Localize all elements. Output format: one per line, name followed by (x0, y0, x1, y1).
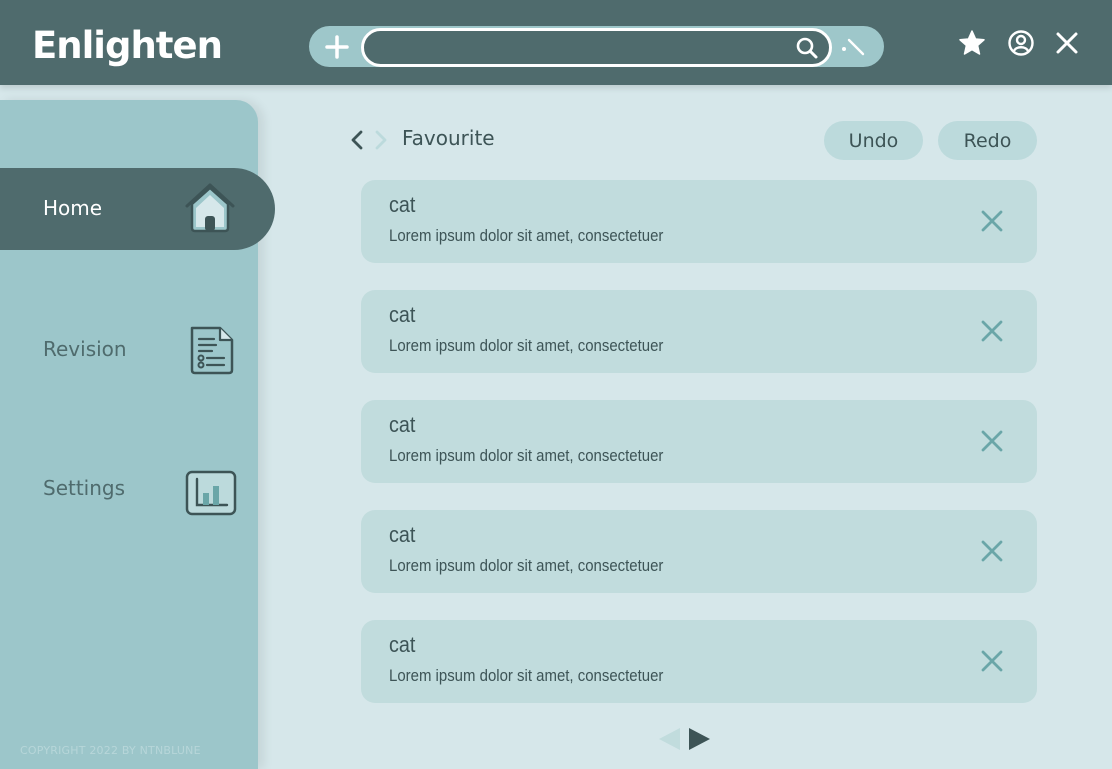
next-page-icon[interactable] (687, 726, 713, 752)
favourite-card[interactable]: cat Lorem ipsum dolor sit amet, consecte… (361, 510, 1037, 593)
app-logo: Enlighten (32, 24, 223, 67)
plus-icon[interactable] (323, 33, 351, 61)
search-input[interactable] (382, 35, 786, 62)
copyright-text: COPYRIGHT 2022 BY NTNBLUNE (20, 744, 201, 757)
sidebar-item-revision[interactable]: Revision (0, 309, 258, 391)
favourite-card[interactable]: cat Lorem ipsum dolor sit amet, consecte… (361, 620, 1037, 703)
favourite-card[interactable]: cat Lorem ipsum dolor sit amet, consecte… (361, 180, 1037, 263)
undo-button[interactable]: Undo (824, 121, 923, 160)
card-description: Lorem ipsum dolor sit amet, consectetuer (389, 666, 664, 685)
favourite-card[interactable]: cat Lorem ipsum dolor sit amet, consecte… (361, 400, 1037, 483)
sidebar-item-home[interactable]: Home (0, 168, 275, 250)
sidebar-item-label: Home (43, 196, 103, 220)
card-description: Lorem ipsum dolor sit amet, consectetuer (389, 226, 664, 245)
close-icon[interactable] (978, 427, 1006, 455)
close-icon[interactable] (978, 537, 1006, 565)
page-title: Favourite (402, 126, 495, 150)
card-title: cat (389, 522, 416, 547)
favourite-card[interactable]: cat Lorem ipsum dolor sit amet, consecte… (361, 290, 1037, 373)
magic-wand-icon[interactable] (840, 35, 866, 59)
card-title: cat (389, 632, 416, 657)
chevron-left-icon[interactable] (346, 128, 368, 152)
close-icon[interactable] (1052, 28, 1082, 58)
sidebar-item-settings[interactable]: Settings (0, 448, 258, 530)
top-bar: Enlighten (0, 0, 1112, 85)
search-bar (309, 26, 884, 67)
card-title: cat (389, 192, 416, 217)
sidebar-item-label: Revision (43, 337, 127, 361)
card-title: cat (389, 412, 416, 437)
search-field[interactable] (361, 28, 832, 67)
sidebar-item-label: Settings (43, 476, 126, 500)
close-icon[interactable] (978, 207, 1006, 235)
card-description: Lorem ipsum dolor sit amet, consectetuer (389, 446, 664, 465)
card-title: cat (389, 302, 416, 327)
home-icon (185, 183, 235, 233)
bar-chart-icon (185, 470, 237, 516)
chevron-right-icon[interactable] (370, 128, 392, 152)
card-description: Lorem ipsum dolor sit amet, consectetuer (389, 336, 664, 355)
card-description: Lorem ipsum dolor sit amet, consectetuer (389, 556, 664, 575)
redo-button[interactable]: Redo (938, 121, 1037, 160)
search-icon[interactable] (795, 36, 819, 60)
star-icon[interactable] (957, 28, 987, 58)
document-list-icon (190, 326, 234, 375)
close-icon[interactable] (978, 317, 1006, 345)
previous-page-icon[interactable] (656, 726, 682, 752)
close-icon[interactable] (978, 647, 1006, 675)
user-profile-icon[interactable] (1006, 28, 1036, 58)
sidebar: Home Revision Settings (0, 100, 275, 769)
